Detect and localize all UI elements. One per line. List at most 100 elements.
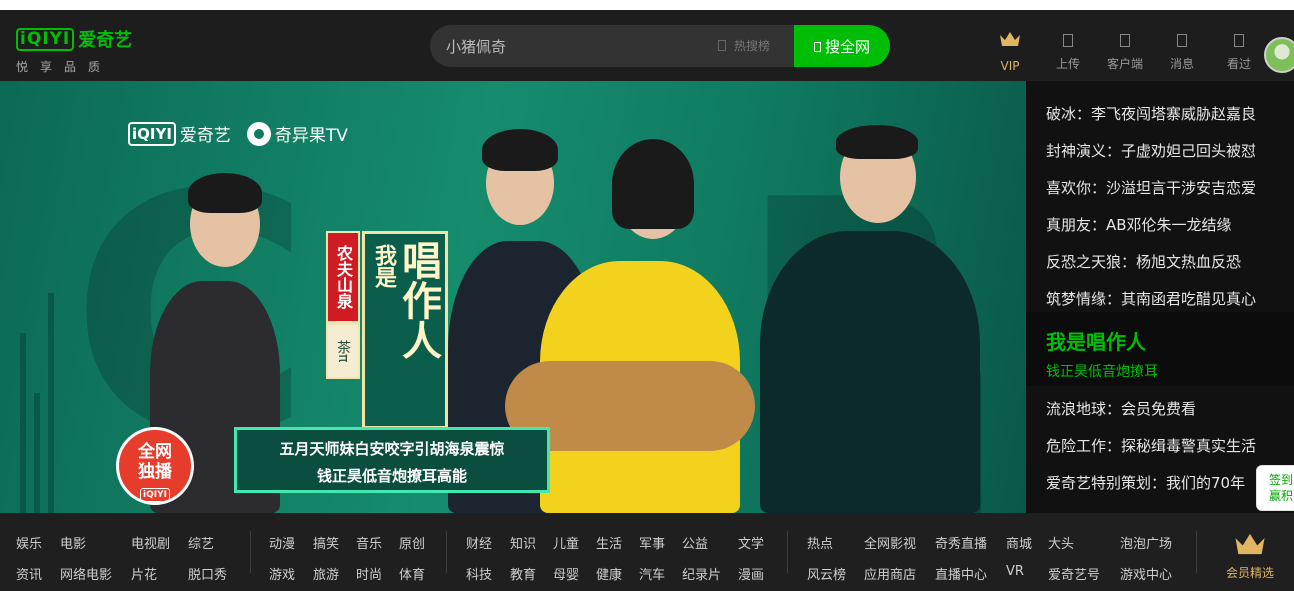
kiwi-logo-icon bbox=[246, 121, 271, 146]
nav-client-label: 客户端 bbox=[1106, 57, 1143, 71]
category-link[interactable]: 商城 bbox=[1006, 533, 1032, 552]
category-link[interactable]: 财经 bbox=[466, 533, 492, 552]
iqiyi-logo-icon: iQIYI bbox=[128, 121, 176, 146]
banner-bg-bar bbox=[48, 293, 54, 513]
category-link[interactable]: 全网影视 bbox=[864, 533, 916, 552]
caption-line-1: 五月天师妹白安咬字引胡海泉震惊 bbox=[279, 440, 505, 458]
category-link[interactable]: 热点 bbox=[807, 533, 833, 552]
sponsor-name: 农夫山泉 bbox=[326, 231, 360, 323]
brand2-name: 奇异果TV bbox=[274, 126, 348, 146]
hot-list-icon bbox=[718, 40, 726, 51]
banner-brands: iQIYI 爱奇艺 奇异果TV bbox=[128, 121, 364, 146]
category-link[interactable]: 音乐 bbox=[356, 533, 382, 552]
category-link[interactable]: 脱口秀 bbox=[188, 564, 227, 583]
nav-client[interactable]: 客户端 bbox=[1100, 34, 1150, 73]
focus-list: 破冰：李飞夜闯塔寨威胁赵嘉良 封神演义：子虚劝妲己回头被怼 喜欢你：沙溢坦言干涉… bbox=[1026, 81, 1294, 513]
focus-list-item[interactable]: 反恐之天狼：杨旭文热血反恐 bbox=[1046, 251, 1241, 272]
banner-caption: 五月天师妹白安咬字引胡海泉震惊 钱正昊低音炮撩耳高能 bbox=[234, 427, 550, 493]
search-input[interactable] bbox=[430, 25, 720, 67]
focus-list-item[interactable]: 危险工作：探秘缉毒警真实生活 bbox=[1046, 435, 1256, 456]
crown-icon bbox=[1000, 32, 1020, 46]
focus-list-item[interactable]: 爱奇艺特别策划：我们的70年 bbox=[1046, 472, 1245, 493]
banner-bg-bar bbox=[20, 333, 26, 513]
category-link[interactable]: 爱奇艺号 bbox=[1048, 564, 1100, 583]
category-link[interactable]: 原创 bbox=[399, 533, 425, 552]
category-link[interactable]: 电视剧 bbox=[131, 533, 170, 552]
show-title-big: 唱作人 bbox=[395, 240, 441, 360]
category-link[interactable]: 游戏 bbox=[269, 564, 295, 583]
category-link[interactable]: 风云榜 bbox=[807, 564, 846, 583]
category-link[interactable]: 军事 bbox=[639, 533, 665, 552]
performer-4 bbox=[760, 231, 980, 513]
category-link[interactable]: 奇秀直播 bbox=[935, 533, 987, 552]
category-link[interactable]: 健康 bbox=[596, 564, 622, 583]
category-link[interactable]: 儿童 bbox=[553, 533, 579, 552]
hot-search-link[interactable]: 热搜榜 bbox=[718, 25, 770, 67]
category-link[interactable]: 公益 bbox=[682, 533, 708, 552]
category-link[interactable]: 应用商店 bbox=[864, 564, 916, 583]
sign-in-widget[interactable]: 签到 赢积 bbox=[1256, 465, 1294, 511]
category-link[interactable]: 娱乐 bbox=[16, 533, 42, 552]
category-link[interactable]: 知识 bbox=[510, 533, 536, 552]
nav-upload[interactable]: 上传 bbox=[1043, 34, 1093, 73]
top-bar: iQIYI 爱奇艺 悦享品质 热搜榜 搜全网 VIP 上传 客户端 bbox=[0, 0, 1294, 81]
category-link[interactable]: 搞笑 bbox=[313, 533, 339, 552]
category-link[interactable]: 漫画 bbox=[738, 564, 764, 583]
logo-mark: iQIYI 爱奇艺 bbox=[16, 26, 132, 52]
nav-history-label: 看过 bbox=[1226, 57, 1251, 71]
category-link[interactable]: 综艺 bbox=[188, 533, 214, 552]
member-picks-link[interactable]: 会员精选 bbox=[1220, 532, 1280, 581]
focus-list-item[interactable]: 喜欢你：沙溢坦言干涉安吉恋爱 bbox=[1046, 177, 1256, 198]
category-link[interactable]: 电影 bbox=[60, 533, 86, 552]
category-link[interactable]: 动漫 bbox=[269, 533, 295, 552]
focus-active-subtitle[interactable]: 钱正昊低音炮撩耳 bbox=[1046, 361, 1158, 381]
focus-list-item[interactable]: 破冰：李飞夜闯塔寨威胁赵嘉良 bbox=[1046, 103, 1256, 124]
focus-list-item[interactable]: 筑梦情缘：其南函君吃醋见真心 bbox=[1046, 288, 1256, 309]
category-link[interactable]: 科技 bbox=[466, 564, 492, 583]
category-link[interactable]: 网络电影 bbox=[60, 564, 112, 583]
hero-banner[interactable]: C R iQIYI 爱奇艺 奇异果TV 农夫山泉 茶π 我是 唱作人 五月天师妹… bbox=[0, 81, 1026, 513]
performer-3-hair bbox=[612, 139, 694, 229]
nav-message[interactable]: 消息 bbox=[1157, 34, 1207, 73]
exclusive-mark: iQIYI bbox=[140, 488, 170, 502]
sponsor-product: 茶π bbox=[326, 323, 360, 379]
category-link[interactable]: 体育 bbox=[399, 564, 425, 583]
category-link[interactable]: 汽车 bbox=[639, 564, 665, 583]
category-link[interactable]: 大头 bbox=[1048, 533, 1074, 552]
user-avatar[interactable] bbox=[1264, 37, 1294, 73]
nav-vip[interactable]: VIP bbox=[990, 32, 1030, 73]
category-link[interactable]: 直播中心 bbox=[935, 564, 987, 583]
focus-active-title[interactable]: 我是唱作人 bbox=[1046, 326, 1146, 355]
focus-list-item[interactable]: 流浪地球：会员免费看 bbox=[1046, 398, 1196, 419]
performer-1-hair bbox=[188, 173, 262, 213]
category-link[interactable]: 游戏中心 bbox=[1120, 564, 1172, 583]
iqiyi-logo-icon: iQIYI bbox=[16, 27, 75, 51]
nav-message-label: 消息 bbox=[1169, 57, 1194, 71]
category-link[interactable]: 生活 bbox=[596, 533, 622, 552]
category-link[interactable]: 旅游 bbox=[313, 564, 339, 583]
category-link[interactable]: VR bbox=[1006, 564, 1024, 579]
category-link[interactable]: 泡泡广场 bbox=[1120, 533, 1172, 552]
show-title: 我是 唱作人 bbox=[362, 231, 448, 429]
category-link[interactable]: 母婴 bbox=[553, 564, 579, 583]
banner-bg-bar bbox=[34, 393, 40, 513]
category-link[interactable]: 教育 bbox=[510, 564, 536, 583]
category-link[interactable]: 时尚 bbox=[356, 564, 382, 583]
header-nav: VIP 上传 客户端 消息 看过 bbox=[990, 32, 1271, 73]
search-button[interactable]: 搜全网 bbox=[794, 25, 890, 67]
show-title-small: 我是 bbox=[371, 244, 396, 288]
category-link[interactable]: 片花 bbox=[131, 564, 157, 583]
category-divider bbox=[1196, 531, 1197, 573]
category-link[interactable]: 文学 bbox=[738, 533, 764, 552]
upload-icon bbox=[1063, 34, 1073, 47]
category-link[interactable]: 纪录片 bbox=[682, 564, 721, 583]
nav-upload-label: 上传 bbox=[1055, 57, 1080, 71]
nav-history[interactable]: 看过 bbox=[1214, 34, 1264, 73]
focus-list-item[interactable]: 封神演义：子虚劝妲己回头被怼 bbox=[1046, 140, 1256, 161]
site-logo[interactable]: iQIYI 爱奇艺 悦享品质 bbox=[16, 26, 132, 75]
sign-in-line-1: 签到 bbox=[1268, 473, 1293, 487]
category-link[interactable]: 资讯 bbox=[16, 564, 42, 583]
focus-list-item[interactable]: 真朋友：AB邓伦朱一龙结缘 bbox=[1046, 214, 1232, 235]
client-icon bbox=[1120, 34, 1130, 47]
caption-line-2: 钱正昊低音炮撩耳高能 bbox=[316, 467, 467, 485]
